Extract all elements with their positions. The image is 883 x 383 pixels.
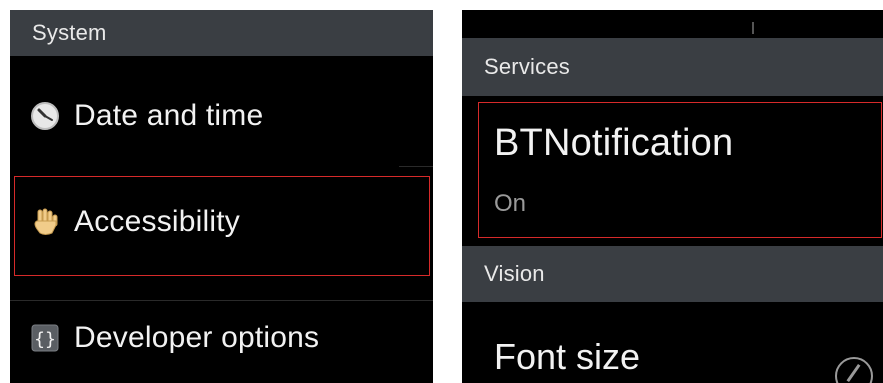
service-item-btnotification[interactable]: BTNotification On [462, 102, 883, 238]
svg-text:{}: {} [34, 329, 56, 350]
settings-item-label: Date and time [74, 99, 264, 132]
service-item-status: On [494, 190, 527, 217]
clock-icon [30, 101, 60, 131]
braces-icon: {} [30, 323, 60, 353]
top-strip [462, 10, 883, 38]
settings-item-date-and-time[interactable]: Date and time [10, 76, 433, 156]
settings-item-developer-options[interactable]: {} Developer options [10, 298, 433, 378]
section-header-label: System [32, 20, 107, 45]
section-header-system: System [10, 10, 433, 56]
right-settings-panel: Services BTNotification On Vision Font s… [462, 10, 883, 383]
vision-item-title: Font size [494, 336, 641, 377]
section-header-services: Services [462, 38, 883, 96]
chevron-icon [835, 357, 873, 383]
settings-item-label: Developer options [74, 321, 320, 354]
left-settings-panel: System Date and time Accessibility {} De… [10, 10, 433, 383]
service-item-title: BTNotification [494, 122, 734, 164]
section-header-vision: Vision [462, 246, 883, 302]
section-header-label: Vision [484, 261, 545, 286]
vision-item-font-size[interactable]: Font size [462, 302, 883, 383]
section-header-label: Services [484, 54, 570, 79]
scroll-tick [752, 22, 754, 34]
selection-highlight [14, 176, 430, 276]
divider [399, 166, 433, 167]
